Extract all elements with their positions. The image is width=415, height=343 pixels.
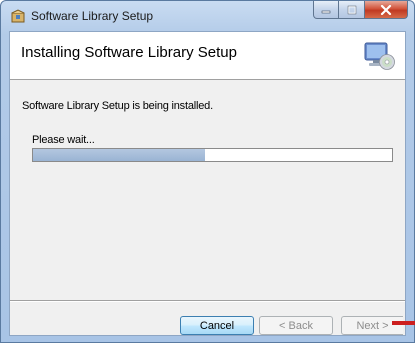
next-button[interactable]: Next > [341,316,403,335]
banner-title: Installing Software Library Setup [21,44,237,61]
setup-window: Software Library Setup Installing Softwa… [0,0,415,343]
window-controls [313,1,408,20]
progress-fill [33,149,206,161]
close-icon [380,4,392,15]
installer-box-icon [10,8,26,24]
minimize-button[interactable] [313,1,339,19]
cancel-button[interactable]: Cancel [180,316,254,335]
red-annotation-marker [392,321,415,325]
maximize-button[interactable] [339,1,365,19]
computer-disc-icon [363,40,395,72]
maximize-icon [347,5,356,14]
minimize-icon [321,10,331,13]
install-status-text: Software Library Setup is being installe… [22,100,213,112]
window-title: Software Library Setup [31,9,154,23]
button-area-divider [10,300,405,302]
install-progress-bar [32,148,393,162]
title-bar[interactable]: Software Library Setup [1,1,414,31]
close-button[interactable] [365,1,408,19]
header-banner: Installing Software Library Setup [10,32,405,80]
page: Software Library Setup Installing Softwa… [0,0,415,343]
dialog-client-area: Installing Software Library Setup Softwa… [9,31,406,336]
back-button[interactable]: < Back [259,316,333,335]
please-wait-label: Please wait... [32,134,95,146]
